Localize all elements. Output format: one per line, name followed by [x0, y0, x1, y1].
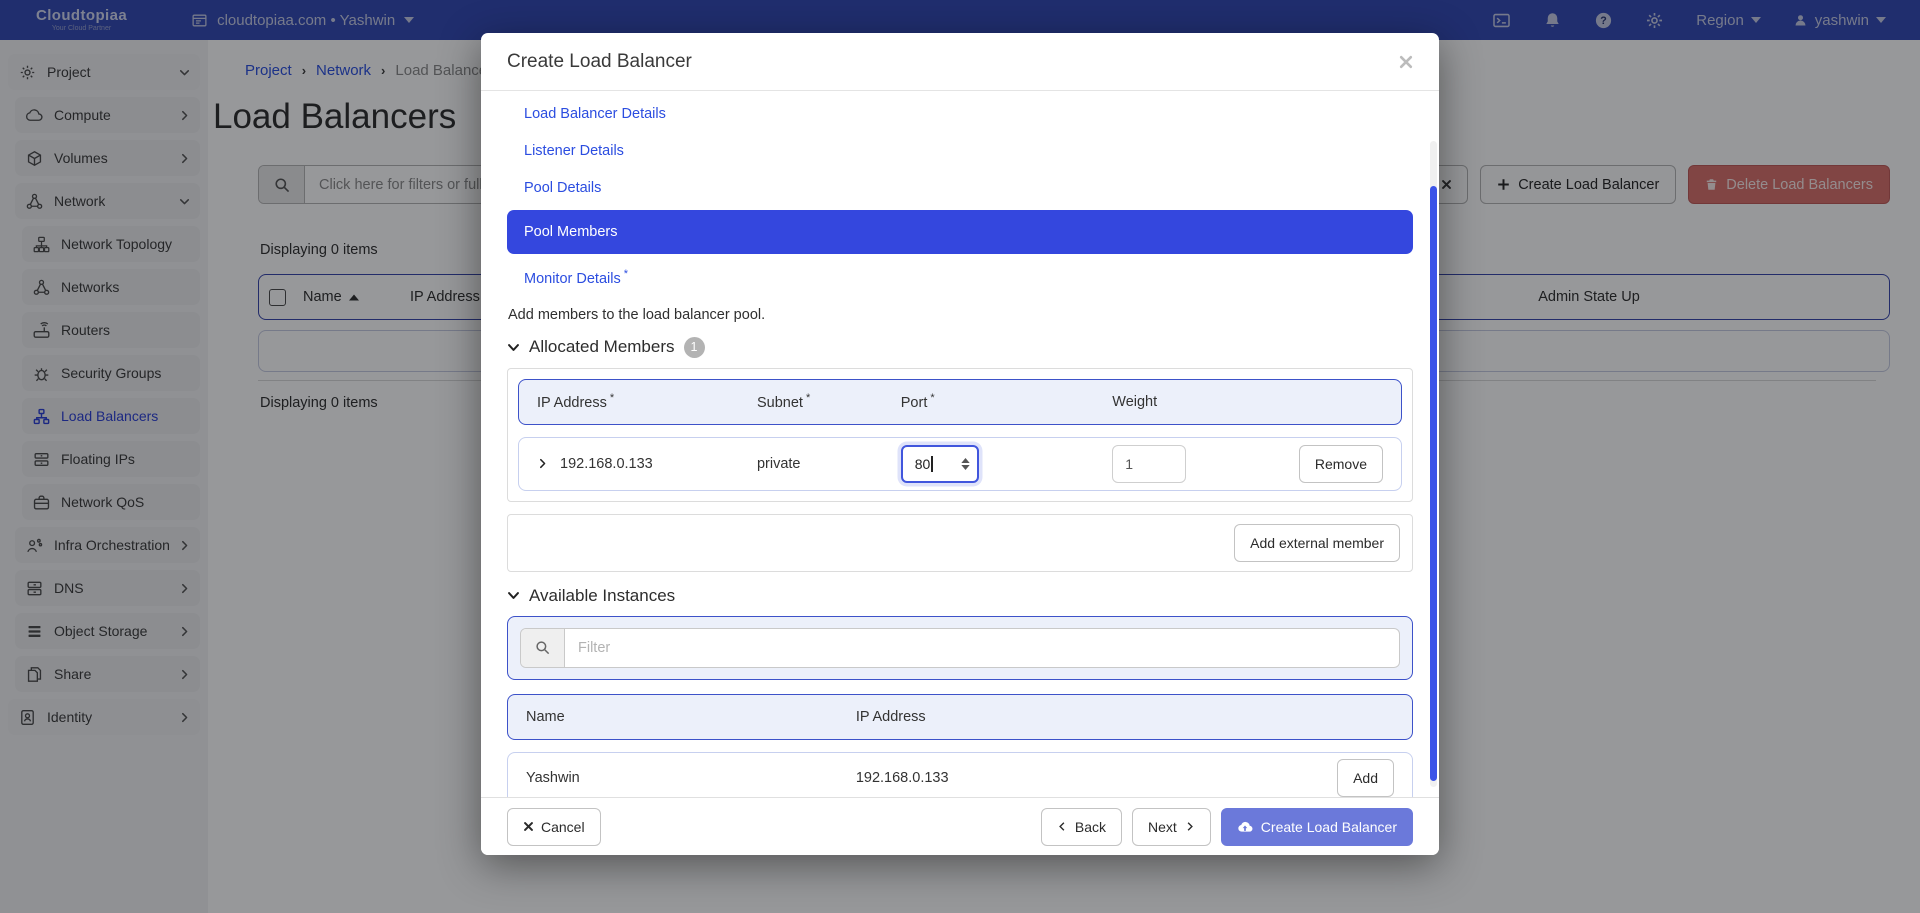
- wizard-steps: Load Balancer Details Listener Details Poo…: [507, 96, 1413, 297]
- allocated-count-badge: 1: [684, 337, 705, 358]
- wizard-step-label: Load Balancer Details: [524, 106, 666, 122]
- available-instance-row: Yashwin192.168.0.133Add: [507, 752, 1413, 797]
- back-button[interactable]: Back: [1041, 808, 1122, 846]
- required-marker: *: [607, 392, 614, 404]
- wizard-step-label: Pool Details: [524, 180, 601, 196]
- wizard-step-label: Pool Members: [524, 224, 617, 240]
- column-header-ip-address: IP Address: [856, 709, 1394, 725]
- member-subnet-value: private: [757, 456, 901, 472]
- next-button[interactable]: Next: [1132, 808, 1211, 846]
- allocated-member-row: 192.168.0.133 private 80 Remove: [518, 437, 1402, 491]
- allocated-members-table: IP Address *Subnet *Port *Weight 192.168…: [507, 368, 1413, 502]
- wizard-step-monitor-details[interactable]: Monitor Details*: [507, 258, 1413, 297]
- instances-table-header: Name IP Address: [507, 694, 1413, 740]
- modal-header: Create Load Balancer: [481, 33, 1439, 91]
- modal-title: Create Load Balancer: [507, 51, 692, 73]
- member-ip-value: 192.168.0.133: [560, 456, 653, 472]
- column-header-name: Name: [526, 709, 856, 725]
- wizard-step-pool-members[interactable]: Pool Members: [507, 210, 1413, 254]
- available-instances-heading: Available Instances: [529, 586, 675, 606]
- column-header-ip-address: IP Address *: [537, 392, 757, 411]
- text-cursor: [931, 456, 932, 472]
- submit-create-load-balancer-button[interactable]: Create Load Balancer: [1221, 808, 1413, 846]
- chevron-down-icon: [507, 341, 520, 354]
- column-header-subnet: Subnet *: [757, 392, 901, 411]
- allocated-members-rows: 192.168.0.133 private 80 Remove: [518, 437, 1402, 491]
- close-icon[interactable]: [1399, 55, 1413, 69]
- allocated-members-heading: Allocated Members: [529, 337, 675, 357]
- external-member-section: Add external member: [507, 514, 1413, 572]
- instances-filter-input[interactable]: [565, 640, 1399, 656]
- create-load-balancer-modal: Create Load Balancer Load Balancer Detai…: [481, 33, 1439, 855]
- chevron-down-icon: [507, 589, 520, 602]
- port-value: 80: [915, 456, 931, 472]
- available-instances-toggle[interactable]: Available Instances: [507, 586, 1413, 606]
- weight-input[interactable]: [1112, 445, 1186, 483]
- step-description: Add members to the load balancer pool.: [507, 307, 1413, 323]
- cancel-button[interactable]: Cancel: [507, 808, 601, 846]
- instance-ip-value: 192.168.0.133: [856, 770, 1337, 786]
- wizard-step-label: Listener Details: [524, 143, 624, 159]
- modal-scrollbar-thumb[interactable]: [1430, 186, 1437, 780]
- number-spinner-icon[interactable]: [955, 458, 970, 470]
- instance-name-value: Yashwin: [526, 770, 856, 786]
- member-port-cell: 80: [901, 445, 1113, 483]
- modal-footer: Cancel Back Next Create Load Balancer: [481, 797, 1439, 855]
- instances-rows: Yashwin192.168.0.133Add: [507, 752, 1413, 797]
- instances-filter-box: [507, 616, 1413, 680]
- port-input[interactable]: 80: [901, 445, 979, 483]
- allocated-members-header-row: IP Address *Subnet *Port *Weight: [518, 379, 1402, 425]
- allocated-members-toggle[interactable]: Allocated Members 1: [507, 337, 1413, 358]
- column-header-weight: Weight: [1112, 394, 1256, 410]
- required-marker: *: [624, 268, 628, 280]
- add-external-member-button[interactable]: Add external member: [1234, 524, 1400, 562]
- app-root: Cloudtopiaa Your Cloud Partner cloudtopi…: [0, 0, 1920, 913]
- search-icon: [521, 629, 565, 667]
- cloud-upload-icon: [1237, 819, 1253, 835]
- row-expander-icon[interactable]: [537, 458, 548, 469]
- x-icon: [523, 821, 534, 832]
- wizard-step-load-balancer-details[interactable]: Load Balancer Details: [507, 96, 1413, 132]
- modal-scrollbar-track[interactable]: [1430, 141, 1437, 787]
- wizard-step-listener-details[interactable]: Listener Details: [507, 133, 1413, 169]
- chevron-right-icon: [1184, 821, 1195, 832]
- wizard-step-pool-details[interactable]: Pool Details: [507, 170, 1413, 206]
- member-weight-cell: [1112, 445, 1256, 483]
- required-marker: *: [803, 392, 810, 404]
- wizard-step-label: Monitor Details: [524, 271, 621, 287]
- modal-body: Load Balancer Details Listener Details Poo…: [481, 91, 1439, 797]
- remove-member-button[interactable]: Remove: [1299, 445, 1383, 483]
- instances-filter-group: [520, 628, 1400, 668]
- chevron-left-icon: [1057, 821, 1068, 832]
- required-marker: *: [927, 392, 934, 404]
- member-actions-cell: Remove: [1299, 445, 1383, 483]
- add-member-button[interactable]: Add: [1337, 759, 1394, 797]
- column-header-port: Port *: [901, 392, 1113, 411]
- member-ip-cell: 192.168.0.133: [537, 456, 757, 472]
